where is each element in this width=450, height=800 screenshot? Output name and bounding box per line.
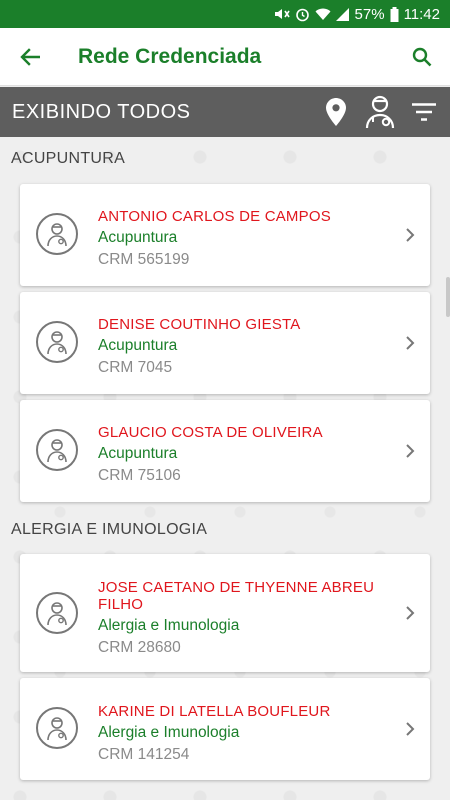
signal-icon xyxy=(335,7,349,21)
provider-crm: CRM 565199 xyxy=(98,251,190,268)
wifi-icon xyxy=(315,8,331,20)
search-button[interactable] xyxy=(394,28,450,86)
search-icon xyxy=(412,47,432,66)
list-item[interactable]: JOSE CAETANO DE THYENNE ABREU FILHO Aler… xyxy=(20,554,430,672)
chevron-right-icon xyxy=(406,336,415,350)
provider-crm: CRM 75106 xyxy=(98,467,181,484)
doctor-avatar-icon xyxy=(36,429,78,471)
list-item[interactable]: KARINE DI LATELLA BOUFLEUR Alergia e Imu… xyxy=(20,678,430,780)
provider-specialty: Acupuntura xyxy=(98,337,178,354)
provider-specialty: Acupuntura xyxy=(98,229,178,246)
filter-bar: EXIBINDO TODOS xyxy=(0,87,450,137)
chevron-right-icon xyxy=(406,444,415,458)
section-title-alergia-imunologia: ALERGIA E IMUNOLOGIA xyxy=(11,521,208,538)
provider-name: KARINE DI LATELLA BOUFLEUR xyxy=(98,703,331,720)
alarm-icon xyxy=(295,8,309,21)
provider-name: JOSE CAETANO DE THYENNE ABREU FILHO xyxy=(98,579,375,613)
list-item[interactable]: DENISE COUTINHO GIESTA Acupuntura CRM 70… xyxy=(20,292,430,394)
doctor-avatar-icon xyxy=(36,321,78,363)
list-item[interactable]: GLAUCIO COSTA DE OLIVEIRA Acupuntura CRM… xyxy=(20,400,430,502)
app-bar: Rede Credenciada xyxy=(0,28,450,86)
provider-specialty: Alergia e Imunologia xyxy=(98,724,240,741)
scrollbar[interactable] xyxy=(446,277,450,317)
provider-info: DENISE COUTINHO GIESTA Acupuntura CRM 70… xyxy=(98,316,390,379)
chevron-right-icon xyxy=(406,606,415,620)
sort-button[interactable] xyxy=(402,87,446,137)
provider-info: JOSE CAETANO DE THYENNE ABREU FILHO Aler… xyxy=(98,579,390,659)
filter-label: EXIBINDO TODOS xyxy=(12,100,191,123)
battery-icon xyxy=(390,6,399,22)
provider-specialty: Acupuntura xyxy=(98,445,178,462)
doctor-avatar-icon xyxy=(36,213,78,255)
list-item[interactable]: ANTONIO CARLOS DE CAMPOS Acupuntura CRM … xyxy=(20,184,430,286)
provider-info: ANTONIO CARLOS DE CAMPOS Acupuntura CRM … xyxy=(98,208,390,271)
doctor-avatar-icon xyxy=(36,592,78,634)
status-icons: 57% 11:42 xyxy=(274,6,440,23)
provider-crm: CRM 141254 xyxy=(98,746,190,763)
doctor-icon xyxy=(365,95,395,129)
battery-percent: 57% xyxy=(354,5,385,23)
status-bar: 57% 11:42 xyxy=(0,0,450,28)
provider-info: GLAUCIO COSTA DE OLIVEIRA Acupuntura CRM… xyxy=(98,424,390,487)
back-button[interactable] xyxy=(0,28,60,86)
doctor-avatar-icon xyxy=(36,707,78,749)
doctor-filter-button[interactable] xyxy=(358,87,402,137)
provider-name: ANTONIO CARLOS DE CAMPOS xyxy=(98,208,331,225)
provider-info: KARINE DI LATELLA BOUFLEUR Alergia e Imu… xyxy=(98,703,390,766)
provider-specialty: Alergia e Imunologia xyxy=(98,617,240,634)
provider-list[interactable]: ACUPUNTURA ANTONIO CARLOS DE CAMPOS Acup… xyxy=(0,137,450,800)
page-title: Rede Credenciada xyxy=(78,44,262,68)
chevron-right-icon xyxy=(406,722,415,736)
chevron-right-icon xyxy=(406,228,415,242)
provider-crm: CRM 28680 xyxy=(98,639,181,656)
provider-name: DENISE COUTINHO GIESTA xyxy=(98,316,301,333)
provider-name: GLAUCIO COSTA DE OLIVEIRA xyxy=(98,424,323,441)
filter-list-icon xyxy=(412,103,436,121)
provider-crm: CRM 7045 xyxy=(98,359,173,376)
mute-icon xyxy=(274,9,290,19)
location-button[interactable] xyxy=(314,87,358,137)
clock: 11:42 xyxy=(403,5,440,23)
arrow-back-icon xyxy=(20,47,40,66)
section-title-acupuntura: ACUPUNTURA xyxy=(11,150,126,167)
location-pin-icon xyxy=(326,98,346,126)
